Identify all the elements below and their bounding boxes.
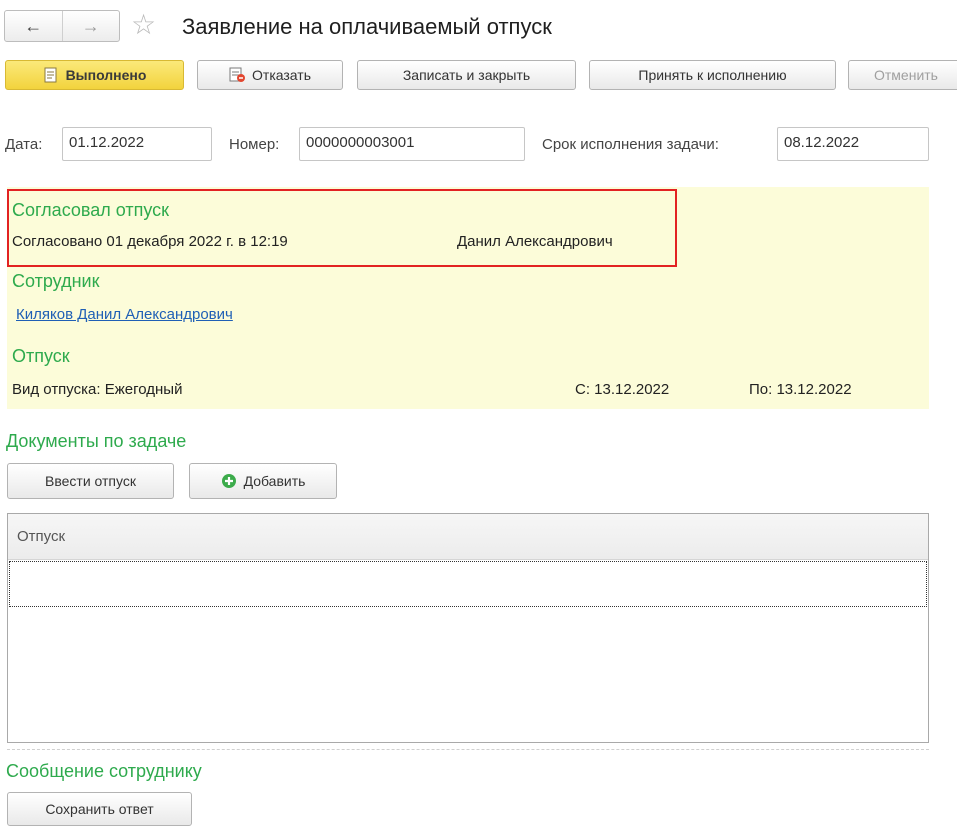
- reject-label: Отказать: [252, 67, 311, 83]
- forward-icon[interactable]: →: [61, 11, 120, 41]
- document-check-icon: [43, 67, 59, 83]
- approval-heading: Согласовал отпуск: [12, 200, 170, 220]
- enter-vacation-button[interactable]: Ввести отпуск: [7, 463, 174, 499]
- add-label: Добавить: [243, 473, 306, 489]
- number-field[interactable]: 0000000003001: [299, 127, 525, 161]
- employee-heading: Сотрудник: [12, 271, 100, 291]
- vacation-to: По: 13.12.2022: [749, 381, 852, 398]
- add-button[interactable]: Добавить: [189, 463, 337, 499]
- documents-table: Отпуск: [7, 513, 929, 743]
- date-label: Дата:: [5, 136, 43, 153]
- column-header-vacation[interactable]: Отпуск: [8, 514, 928, 560]
- table-row[interactable]: [9, 561, 927, 607]
- add-icon: [221, 473, 237, 489]
- employee-link[interactable]: Киляков Данил Александрович: [16, 306, 233, 323]
- approval-text: Согласовано 01 декабря 2022 г. в 12:19: [12, 233, 288, 250]
- documents-heading: Документы по задаче: [6, 431, 187, 451]
- approver-name: Данил Александрович: [457, 233, 613, 250]
- page-title: Заявление на оплачиваемый отпуск: [182, 14, 552, 39]
- document-reject-icon: [229, 67, 246, 83]
- reject-button[interactable]: Отказать: [197, 60, 343, 90]
- date-field[interactable]: 01.12.2022: [62, 127, 212, 161]
- done-label: Выполнено: [65, 67, 147, 83]
- vacation-from: С: 13.12.2022: [575, 381, 670, 398]
- deadline-label: Срок исполнения задачи:: [542, 136, 719, 153]
- cancel-button[interactable]: Отменить: [848, 60, 957, 90]
- save-and-close-button[interactable]: Записать и закрыть: [357, 60, 576, 90]
- back-icon[interactable]: ←: [5, 11, 62, 41]
- vacation-type: Вид отпуска: Ежегодный: [12, 381, 183, 398]
- accept-for-execution-button[interactable]: Принять к исполнению: [589, 60, 836, 90]
- star-icon[interactable]: ☆: [131, 8, 156, 42]
- section-divider: [7, 749, 929, 750]
- vacation-heading: Отпуск: [12, 346, 70, 366]
- save-reply-button[interactable]: Сохранить ответ: [7, 792, 192, 826]
- navigation-group: ← →: [4, 10, 120, 42]
- done-button[interactable]: Выполнено: [5, 60, 184, 90]
- message-heading: Сообщение сотруднику: [6, 761, 202, 781]
- deadline-field[interactable]: 08.12.2022: [777, 127, 929, 161]
- number-label: Номер:: [229, 136, 280, 153]
